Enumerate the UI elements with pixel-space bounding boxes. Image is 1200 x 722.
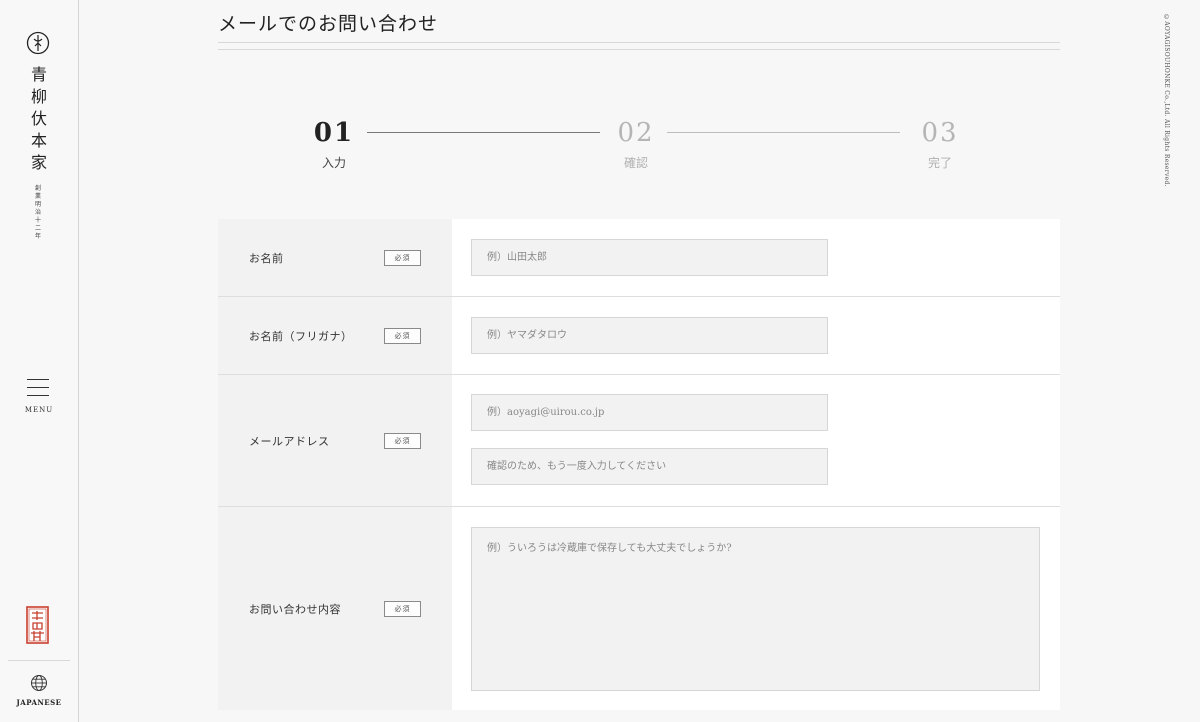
required-badge: 必須 (384, 327, 421, 344)
field-label-cell: お問い合わせ内容 必須 (218, 507, 452, 710)
globe-icon (31, 675, 47, 691)
page-title: メールでのお問い合わせ (218, 13, 439, 35)
logo-sub-char: 十 (34, 217, 41, 224)
step-connector (367, 132, 600, 133)
step-connector (667, 132, 900, 133)
step-label: 入力 (321, 156, 346, 170)
sidebar-divider (8, 660, 70, 661)
field-label: お名前 (249, 251, 284, 265)
brand-logo[interactable]: 青 柳 㐲 本 家 (30, 64, 48, 174)
form-row-inquiry: お問い合わせ内容 必須 (218, 507, 1060, 710)
brand-emblem-icon[interactable] (26, 31, 50, 55)
logo-sub-char: 年 (34, 233, 41, 240)
form-row-email: メールアドレス 必須 (218, 375, 1060, 507)
field-cell (452, 507, 1060, 710)
hamburger-icon (27, 395, 49, 396)
step-3: 03 完了 (910, 118, 970, 171)
step-2: 02 確認 (606, 118, 666, 171)
logo-char: 青 (30, 65, 47, 84)
required-badge: 必須 (384, 249, 421, 266)
field-cell (452, 219, 1060, 296)
name-kana-input[interactable] (471, 317, 828, 354)
step-label: 完了 (927, 156, 952, 170)
step-number: 03 (921, 118, 959, 148)
step-number: 02 (617, 118, 655, 148)
sidebar: 青 柳 㐲 本 家 創 業 明 治 十 二 年 MENU JAPANESE (0, 0, 79, 722)
field-label-cell: お名前（フリガナ） 必須 (218, 297, 452, 374)
field-label: お問い合わせ内容 (249, 602, 341, 616)
required-badge: 必須 (384, 432, 421, 449)
menu-button[interactable]: MENU (22, 377, 56, 419)
field-label: メールアドレス (249, 434, 330, 448)
logo-char: 㐲 (30, 109, 47, 128)
logo-sub-char: 治 (34, 209, 41, 216)
logo-sub-char: 創 (34, 185, 41, 192)
field-cell (452, 297, 1060, 374)
name-input[interactable] (471, 239, 828, 276)
field-label-cell: お名前 必須 (218, 219, 452, 296)
contact-form: お名前 必須 お名前（フリガナ） 必須 メールアドレス 必須 お問い合わせ内容 … (218, 219, 1060, 710)
email-input[interactable] (471, 394, 828, 431)
logo-sub-char: 業 (34, 193, 41, 200)
logo-char: 柳 (30, 87, 47, 106)
step-1: 01 入力 (304, 118, 364, 171)
form-row-name: お名前 必須 (218, 219, 1060, 297)
title-divider (218, 42, 1060, 50)
form-row-name-kana: お名前（フリガナ） 必須 (218, 297, 1060, 375)
logo-char: 家 (30, 153, 47, 172)
email-confirm-input[interactable] (471, 448, 828, 485)
field-label: お名前（フリガナ） (249, 329, 353, 343)
language-switcher[interactable]: JAPANESE (10, 672, 68, 712)
brand-founded-note: 創 業 明 治 十 二 年 (34, 185, 42, 241)
menu-label: MENU (24, 406, 54, 414)
copyright-text: ©AOYAGISOUHONKE Co.,Ltd. All Rights Rese… (1163, 14, 1170, 187)
inquiry-textarea[interactable] (471, 527, 1040, 691)
field-cell (452, 375, 1060, 506)
logo-char: 本 (30, 131, 47, 150)
hamburger-icon (27, 379, 49, 380)
logo-sub-char: 二 (34, 225, 41, 232)
language-label: JAPANESE (16, 698, 62, 707)
field-label-cell: メールアドレス 必須 (218, 375, 452, 506)
step-label: 確認 (623, 156, 648, 170)
seal-stamp-icon (26, 606, 49, 644)
hamburger-icon (27, 387, 49, 388)
logo-sub-char: 明 (34, 201, 41, 208)
required-badge: 必須 (384, 600, 421, 617)
step-number: 01 (313, 118, 355, 148)
